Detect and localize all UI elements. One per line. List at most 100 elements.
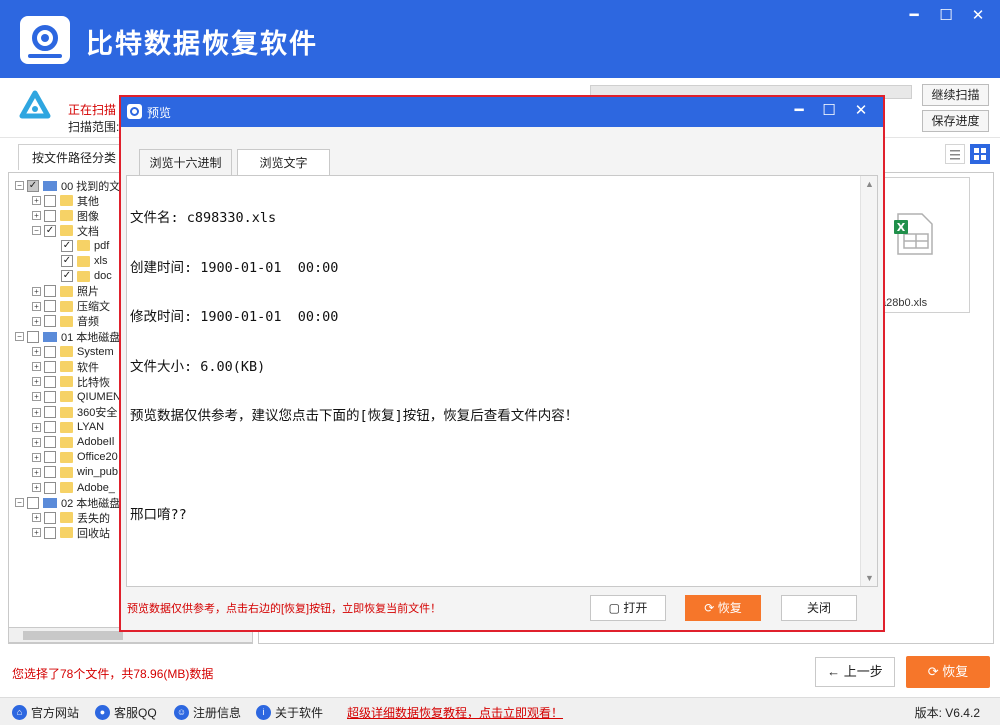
expand-toggle-icon[interactable]: +: [32, 347, 41, 357]
expand-toggle-icon[interactable]: +: [32, 392, 41, 402]
dialog-maximize-button[interactable]: ☐: [814, 100, 844, 122]
continue-scan-button[interactable]: 继续扫描: [922, 84, 989, 106]
tree-item[interactable]: + 软件: [32, 359, 99, 374]
preview-text-area[interactable]: 文件名: c898330.xls 创建时间: 1900-01-01 00:00 …: [126, 175, 878, 587]
tree-checkbox[interactable]: [27, 496, 39, 509]
expand-toggle-icon[interactable]: +: [32, 377, 41, 387]
tree-item[interactable]: + 其他: [32, 193, 99, 208]
tree-checkbox[interactable]: ✓: [44, 224, 56, 237]
expand-toggle-icon[interactable]: +: [32, 301, 41, 311]
folder-icon: [77, 270, 90, 282]
tree-checkbox[interactable]: ✓: [61, 270, 73, 283]
tree-item[interactable]: + Adobe_: [32, 480, 115, 495]
tree-item[interactable]: − ✓ 文档: [32, 223, 99, 238]
tree-checkbox[interactable]: [44, 481, 56, 494]
chevron-down-icon[interactable]: ▼: [865, 573, 874, 583]
expand-toggle-icon[interactable]: +: [32, 362, 41, 372]
tab-text-view[interactable]: 浏览文字: [237, 149, 330, 175]
tree-checkbox[interactable]: [44, 345, 56, 358]
tree-checkbox[interactable]: [44, 315, 56, 328]
tree-item[interactable]: + 比特恢: [32, 374, 110, 389]
dialog-titlebar[interactable]: 预览 ━ ☐ ✕: [121, 97, 883, 127]
preview-vertical-scrollbar[interactable]: ▲ ▼: [860, 176, 877, 586]
tree-checkbox[interactable]: [27, 330, 39, 343]
list-view-icon[interactable]: [945, 144, 965, 164]
tree-item[interactable]: + 压缩文: [32, 299, 110, 314]
expand-toggle-icon[interactable]: +: [32, 422, 41, 432]
recover-button[interactable]: ⟳ 恢复: [906, 656, 990, 688]
tree-item[interactable]: − 01 本地磁盘: [15, 329, 120, 344]
tree-checkbox[interactable]: [44, 375, 56, 388]
tree-checkbox[interactable]: [44, 209, 56, 222]
expand-toggle-icon[interactable]: +: [32, 467, 41, 477]
tree-item-label: win_pub: [77, 466, 118, 479]
grid-view-icon[interactable]: [970, 144, 990, 164]
expand-toggle-icon[interactable]: −: [15, 181, 24, 190]
tree-checkbox[interactable]: [44, 360, 56, 373]
tree-checkbox[interactable]: [44, 406, 56, 418]
tab-by-path[interactable]: 按文件路径分类: [18, 144, 130, 170]
previous-step-button[interactable]: ← 上一步: [815, 657, 895, 687]
tutorial-link[interactable]: 超级详细数据恢复教程，点击立即观看！: [347, 704, 563, 721]
tree-item[interactable]: + AdobeIl: [32, 435, 114, 450]
tree-item[interactable]: + QIUMEN: [32, 389, 121, 404]
expand-toggle-icon[interactable]: +: [32, 211, 41, 221]
folder-icon: [60, 421, 73, 433]
expand-toggle-icon[interactable]: +: [32, 513, 41, 523]
tree-item[interactable]: ✓ pdf: [49, 238, 109, 253]
tree-checkbox[interactable]: [44, 285, 56, 298]
dialog-minimize-button[interactable]: ━: [784, 100, 814, 122]
expand-toggle-icon[interactable]: +: [32, 196, 41, 206]
chevron-up-icon[interactable]: ▲: [865, 179, 874, 189]
tree-item[interactable]: ✓ doc: [49, 269, 112, 284]
expand-toggle-icon[interactable]: −: [15, 498, 24, 508]
tree-checkbox[interactable]: [44, 390, 56, 403]
dialog-close-button[interactable]: ✕: [846, 100, 876, 122]
save-progress-button[interactable]: 保存进度: [922, 110, 989, 132]
tree-checkbox[interactable]: [44, 421, 56, 434]
tree-item[interactable]: +360安全: [32, 405, 117, 420]
expand-toggle-icon[interactable]: +: [32, 437, 41, 447]
tree-checkbox[interactable]: [44, 451, 56, 464]
official-site-link[interactable]: ⌂ 官方网站: [12, 704, 79, 721]
expand-toggle-icon[interactable]: +: [32, 407, 41, 417]
maximize-button[interactable]: ☐: [930, 4, 962, 28]
tree-item[interactable]: ✓ xls: [49, 254, 107, 269]
tree-item[interactable]: + 图像: [32, 208, 99, 223]
about-link[interactable]: i 关于软件: [256, 704, 323, 721]
tree-item[interactable]: − ✓ 00 找到的文: [15, 178, 120, 193]
tree-item[interactable]: + Office20: [32, 450, 118, 465]
dialog-recover-button[interactable]: ⟳ 恢复: [685, 595, 761, 621]
tab-hex-view[interactable]: 浏览十六进制: [139, 149, 232, 175]
tree-checkbox[interactable]: [44, 466, 56, 479]
tree-item[interactable]: + 丢失的: [32, 510, 110, 525]
support-qq-link[interactable]: ● 客服QQ: [95, 704, 157, 721]
dialog-close-text-button[interactable]: 关闭: [781, 595, 857, 621]
tree-item[interactable]: + 照片: [32, 284, 99, 299]
expand-toggle-icon[interactable]: +: [32, 452, 41, 462]
tree-item[interactable]: + 回收站: [32, 525, 110, 540]
minimize-button[interactable]: ━: [898, 4, 930, 28]
open-button[interactable]: ▢ 打开: [590, 595, 666, 621]
tree-item[interactable]: + win_pub: [32, 465, 118, 480]
expand-toggle-icon[interactable]: +: [32, 483, 41, 492]
expand-toggle-icon[interactable]: −: [15, 332, 24, 341]
expand-toggle-icon[interactable]: −: [32, 226, 41, 236]
expand-toggle-icon[interactable]: +: [32, 316, 41, 326]
tree-item[interactable]: + System: [32, 344, 114, 359]
tree-checkbox[interactable]: ✓: [61, 255, 73, 267]
tree-item[interactable]: + 音频: [32, 314, 99, 329]
tree-item[interactable]: + LYAN: [32, 420, 104, 435]
tree-checkbox[interactable]: [44, 436, 56, 449]
tree-checkbox[interactable]: [44, 194, 56, 207]
tree-checkbox[interactable]: ✓: [61, 239, 73, 252]
tree-checkbox[interactable]: ✓: [27, 179, 39, 192]
tree-checkbox[interactable]: [44, 511, 56, 524]
expand-toggle-icon[interactable]: +: [32, 528, 41, 538]
expand-toggle-icon[interactable]: +: [32, 286, 41, 296]
register-info-link[interactable]: ☺ 注册信息: [174, 704, 241, 721]
tree-checkbox[interactable]: [44, 300, 56, 313]
tree-checkbox[interactable]: [44, 526, 56, 539]
close-button[interactable]: ✕: [962, 4, 994, 28]
tree-item[interactable]: − 02 本地磁盘: [15, 495, 120, 510]
